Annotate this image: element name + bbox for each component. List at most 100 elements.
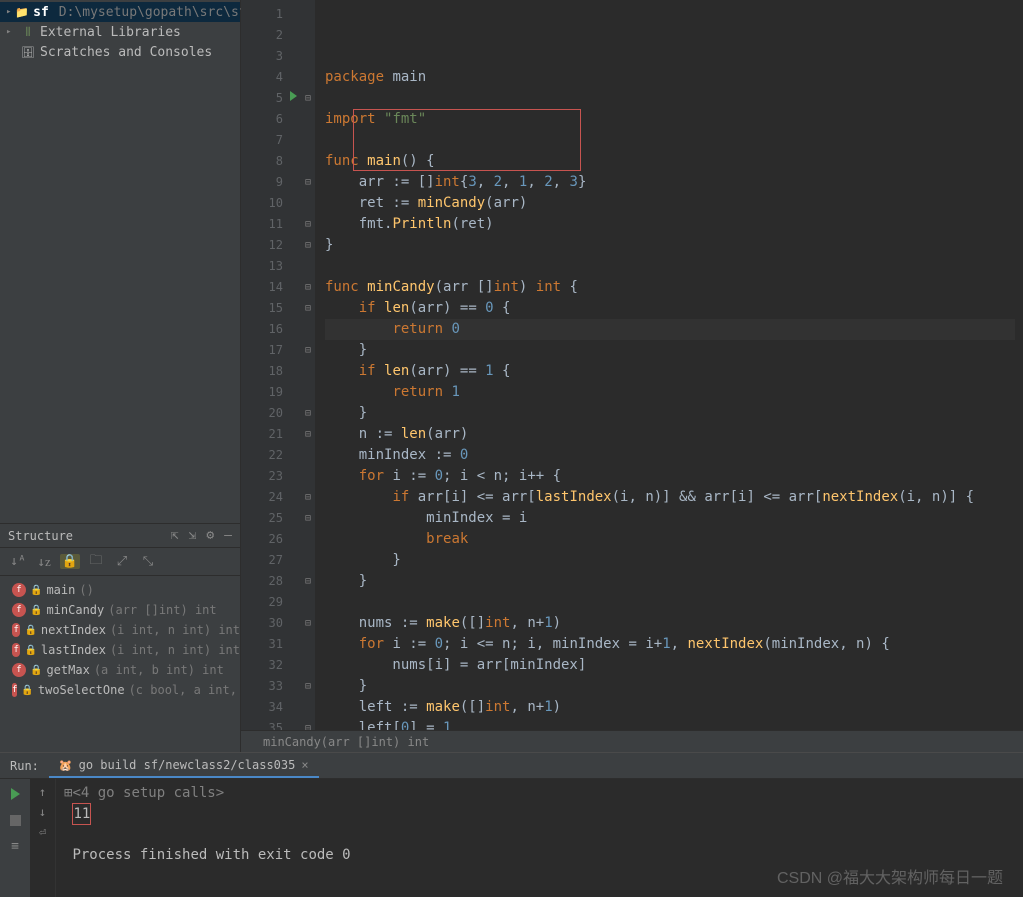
exit-message: Process finished with exit code 0 [72,847,350,863]
sort-az-icon[interactable]: ↓ᴢ [34,554,54,570]
code-line[interactable]: nums := make([]int, n+1) [325,613,1015,634]
down-icon[interactable]: ↓ [39,805,46,819]
code-line[interactable]: } [325,340,1015,361]
autoscroll-icon[interactable]: ⤢ [112,554,132,569]
lock-icon[interactable]: 🔒 [60,554,80,569]
sort-za-icon[interactable]: ↓ᴬ [8,554,28,569]
code-area[interactable]: package main import "fmt" func main() { ar… [315,0,1023,730]
lock-icon: 🔒 [30,585,42,596]
lock-icon: 🔒 [24,625,36,636]
run-tab-label: go build sf/newclass2/class035 [79,758,296,772]
code-line[interactable]: return 1 [325,382,1015,403]
structure-item[interactable]: f🔒lastIndex(i int, n int) int [0,640,240,660]
left-panel: ▸ sf D:\mysetup\gopath\src\sf ▸ External… [0,0,241,752]
code-line[interactable]: if len(arr) == 0 { [325,298,1015,319]
code-line[interactable]: left[0] = 1 [325,718,1015,730]
code-line[interactable] [325,256,1015,277]
code-line[interactable]: } [325,676,1015,697]
run-tab[interactable]: go build sf/newclass2/class035 × [49,754,319,778]
expand-icon[interactable]: ⇲ [189,528,197,543]
watermark: CSDN @福大大架构师每日一题 [777,869,1003,889]
structure-toolbar: ↓ᴬ ↓ᴢ 🔒 🗀 ⤢ ⤡ [0,548,240,576]
console-output: 11 [72,803,91,825]
function-icon: f [12,643,20,657]
function-icon: f [12,583,26,597]
code-line[interactable] [325,130,1015,151]
chevron-right-icon[interactable]: ▸ [6,7,11,17]
project-tree[interactable]: ▸ sf D:\mysetup\gopath\src\sf ▸ External… [0,0,240,524]
run-label: Run: [0,759,49,773]
code-line[interactable]: if len(arr) == 1 { [325,361,1015,382]
gear-icon[interactable]: ⚙ [206,528,214,543]
code-line[interactable]: return 0 [325,319,1015,340]
run-toolbar: ≡ [0,779,30,897]
chevron-right-icon[interactable]: ▸ [6,27,16,37]
project-path: D:\mysetup\gopath\src\sf [59,5,247,20]
structure-item[interactable]: f🔒minCandy(arr []int) int [0,600,240,620]
run-tabs: Run: go build sf/newclass2/class035 × [0,753,1023,779]
code-line[interactable]: break [325,529,1015,550]
structure-item[interactable]: f🔒nextIndex(i int, n int) int [0,620,240,640]
structure-list[interactable]: f🔒main()f🔒minCandy(arr []int) intf🔒nextI… [0,576,240,704]
structure-item[interactable]: f🔒getMax(a int, b int) int [0,660,240,680]
autoscroll-from-icon[interactable]: ⤡ [138,554,158,569]
setup-calls: <4 go setup calls> [72,785,224,801]
code-line[interactable] [325,592,1015,613]
code-line[interactable]: left := make([]int, n+1) [325,697,1015,718]
code-line[interactable]: for i := 0; i <= n; i, minIndex = i+1, n… [325,634,1015,655]
fold-column[interactable]: ⊟⊟⊟⊟⊟⊟⊟⊟⊟⊟⊟⊟⊟⊟⊟ [301,0,315,730]
stop-button[interactable] [6,811,24,829]
close-icon[interactable]: × [301,758,308,772]
run-panel: Run: go build sf/newclass2/class035 × ≡ … [0,752,1023,897]
layout-button[interactable]: ≡ [6,837,24,855]
rerun-button[interactable] [6,785,24,803]
code-line[interactable]: for i := 0; i < n; i++ { [325,466,1015,487]
structure-title: Structure [8,529,73,543]
go-icon [59,758,73,772]
up-icon[interactable]: ↑ [39,785,46,799]
lock-icon: 🔒 [24,645,36,656]
run-gutter-icon[interactable] [290,91,297,101]
external-libraries[interactable]: ▸ External Libraries [0,22,240,42]
editor[interactable]: 1234567891011121314151617181920212223242… [241,0,1023,730]
lock-icon: 🔒 [30,605,42,616]
function-icon: f [12,603,26,617]
structure-item[interactable]: f🔒main() [0,580,240,600]
function-icon: f [12,683,17,697]
code-line[interactable]: func main() { [325,151,1015,172]
code-line[interactable]: import "fmt" [325,109,1015,130]
wrap-icon[interactable]: ⏎ [39,825,46,839]
scratch-icon [20,45,36,60]
code-line[interactable]: minIndex := 0 [325,445,1015,466]
code-line[interactable]: } [325,403,1015,424]
code-line[interactable]: arr := []int{3, 2, 1, 2, 3} [325,172,1015,193]
code-line[interactable]: minIndex = i [325,508,1015,529]
structure-item[interactable]: f🔒twoSelectOne(c bool, a int, b int) [0,680,240,700]
console[interactable]: ⊞<4 go setup calls> 11 Process finished … [56,779,1023,897]
code-line[interactable]: if arr[i] <= arr[lastIndex(i, n)] && arr… [325,487,1015,508]
code-line[interactable]: n := len(arr) [325,424,1015,445]
project-root[interactable]: ▸ sf D:\mysetup\gopath\src\sf [0,2,240,22]
code-line[interactable] [325,88,1015,109]
code-line[interactable]: ret := minCandy(arr) [325,193,1015,214]
code-line[interactable]: } [325,235,1015,256]
code-line[interactable]: } [325,550,1015,571]
structure-panel: Structure ⇱ ⇲ ⚙ — ↓ᴬ ↓ᴢ 🔒 🗀 ⤢ ⤡ f🔒main()… [0,524,240,752]
code-line[interactable]: package main [325,67,1015,88]
folder-icon[interactable]: 🗀 [86,551,106,573]
hide-icon[interactable]: — [224,528,232,543]
project-name: sf [33,5,49,20]
scratches-consoles[interactable]: Scratches and Consoles [0,42,240,62]
breadcrumb[interactable]: minCandy(arr []int) int [241,730,1023,752]
code-line[interactable]: nums[i] = arr[minIndex] [325,655,1015,676]
structure-header: Structure ⇱ ⇲ ⚙ — [0,524,240,548]
collapse-icon[interactable]: ⇱ [171,528,179,543]
function-icon: f [12,663,26,677]
code-line[interactable]: } [325,571,1015,592]
gutter[interactable]: 1234567891011121314151617181920212223242… [241,0,301,730]
code-line[interactable]: fmt.Println(ret) [325,214,1015,235]
folder-icon [15,5,29,20]
code-line[interactable]: func minCandy(arr []int) int { [325,277,1015,298]
library-icon [20,25,36,40]
lock-icon: 🔒 [21,685,33,696]
